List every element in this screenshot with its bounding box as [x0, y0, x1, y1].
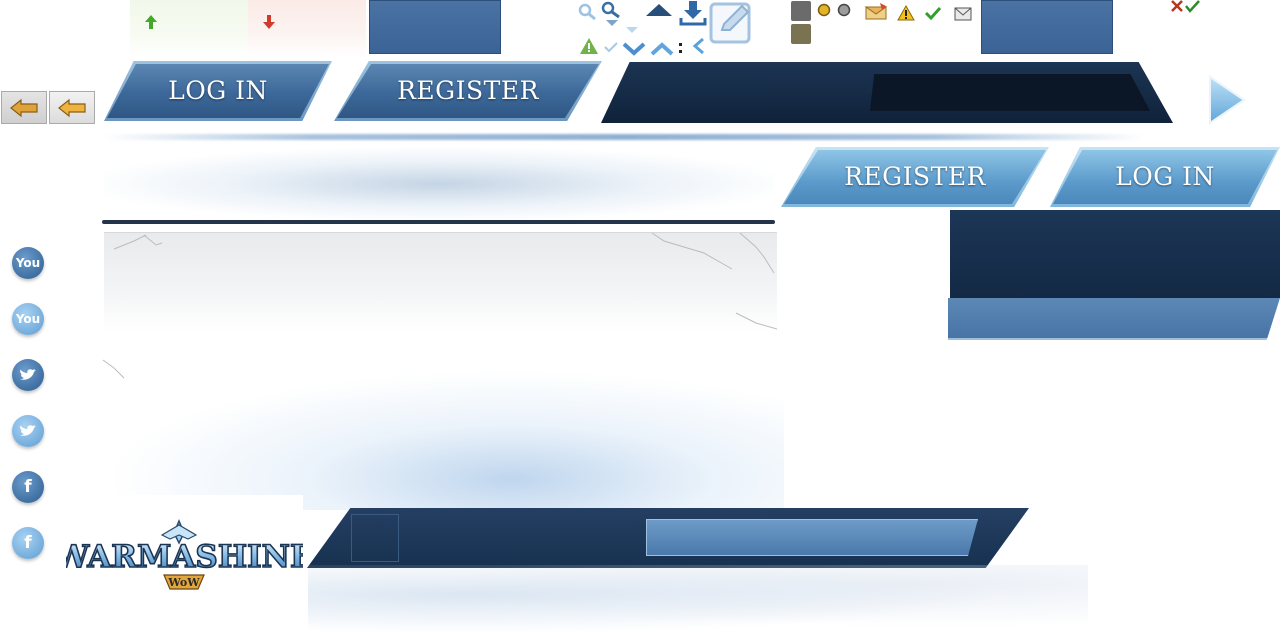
- facebook-icon[interactable]: f: [12, 471, 44, 503]
- warning-icon: [897, 5, 915, 21]
- search-light-icon: [578, 3, 596, 21]
- footer-frame: [351, 514, 399, 562]
- login-button[interactable]: LOG IN: [104, 61, 332, 121]
- light-glow: [308, 565, 1088, 640]
- mail-open-icon: [864, 3, 888, 20]
- vote-down-button[interactable]: [248, 0, 366, 58]
- crack-decoration: [113, 233, 777, 330]
- youtube-hover-icon[interactable]: You: [12, 303, 44, 335]
- coin-silver-icon: [837, 3, 851, 17]
- footer-button[interactable]: [646, 519, 978, 556]
- twitter-hover-icon[interactable]: [12, 415, 44, 447]
- header-divider: [104, 134, 1144, 140]
- login-hover-button[interactable]: LOG IN: [1050, 147, 1280, 207]
- panel-bar[interactable]: [948, 298, 1280, 340]
- facebook-glyph: f: [24, 477, 32, 497]
- blue-sprite-block: [369, 0, 501, 54]
- dots-icon: [679, 43, 682, 53]
- warmashine-logo-icon: WARMASHINE WoW: [53, 519, 314, 590]
- logo-subtext: WoW: [167, 576, 200, 589]
- arrow-left-icon: [58, 98, 86, 118]
- youtube-icon[interactable]: You: [12, 247, 44, 279]
- search-input[interactable]: [870, 74, 1150, 111]
- register-label: REGISTER: [844, 162, 986, 191]
- youtube-glyph: You: [15, 256, 41, 270]
- warning-green-icon: [580, 38, 598, 54]
- check-green-icon: [924, 6, 942, 20]
- info-gold-icon: [791, 24, 811, 44]
- mail-icon: [954, 7, 972, 21]
- content-divider: [102, 220, 775, 224]
- logo-text: WARMASHINE: [66, 539, 303, 575]
- chevron-up-icon[interactable]: [644, 2, 674, 18]
- register-button[interactable]: REGISTER: [334, 61, 602, 121]
- youtube-glyph: You: [15, 312, 41, 326]
- chevron-down-icon[interactable]: [622, 42, 646, 56]
- close-check-icon: [1171, 0, 1200, 13]
- twitter-icon[interactable]: [12, 359, 44, 391]
- arrow-down-icon: [263, 15, 275, 29]
- check-light-icon: [604, 42, 618, 53]
- content-panel: [104, 232, 777, 333]
- dark-panel: [950, 210, 1280, 298]
- register-label: REGISTER: [397, 76, 539, 105]
- blue-sprite-block-2: [981, 0, 1113, 54]
- back-arrow-hover-button[interactable]: [49, 91, 95, 124]
- login-label: LOG IN: [168, 76, 268, 105]
- light-glow: [104, 148, 774, 220]
- facebook-glyph: f: [24, 533, 32, 553]
- info-dark-icon: [791, 1, 811, 21]
- download-icon[interactable]: [678, 0, 708, 26]
- logo[interactable]: WARMASHINE WoW: [53, 495, 314, 600]
- arrow-up-icon: [145, 15, 157, 29]
- arrow-left-icon: [10, 98, 38, 118]
- caret-down-light-icon: [626, 27, 638, 33]
- next-arrow-icon[interactable]: [1206, 74, 1248, 126]
- coin-gold-icon: [817, 3, 831, 17]
- login-label: LOG IN: [1115, 162, 1215, 191]
- edit-icon[interactable]: [708, 0, 754, 44]
- chevron-up-small-icon[interactable]: [650, 42, 674, 56]
- back-arrow-button[interactable]: [1, 91, 47, 124]
- facebook-hover-icon[interactable]: f: [12, 527, 44, 559]
- search-icon[interactable]: [601, 1, 623, 19]
- caret-down-icon: [606, 20, 618, 26]
- chevron-left-icon[interactable]: [692, 37, 706, 55]
- light-glow: [104, 370, 784, 510]
- bird-icon: [20, 369, 36, 380]
- vote-up-button[interactable]: [130, 0, 248, 58]
- bird-icon: [20, 425, 36, 436]
- register-hover-button[interactable]: REGISTER: [781, 147, 1049, 207]
